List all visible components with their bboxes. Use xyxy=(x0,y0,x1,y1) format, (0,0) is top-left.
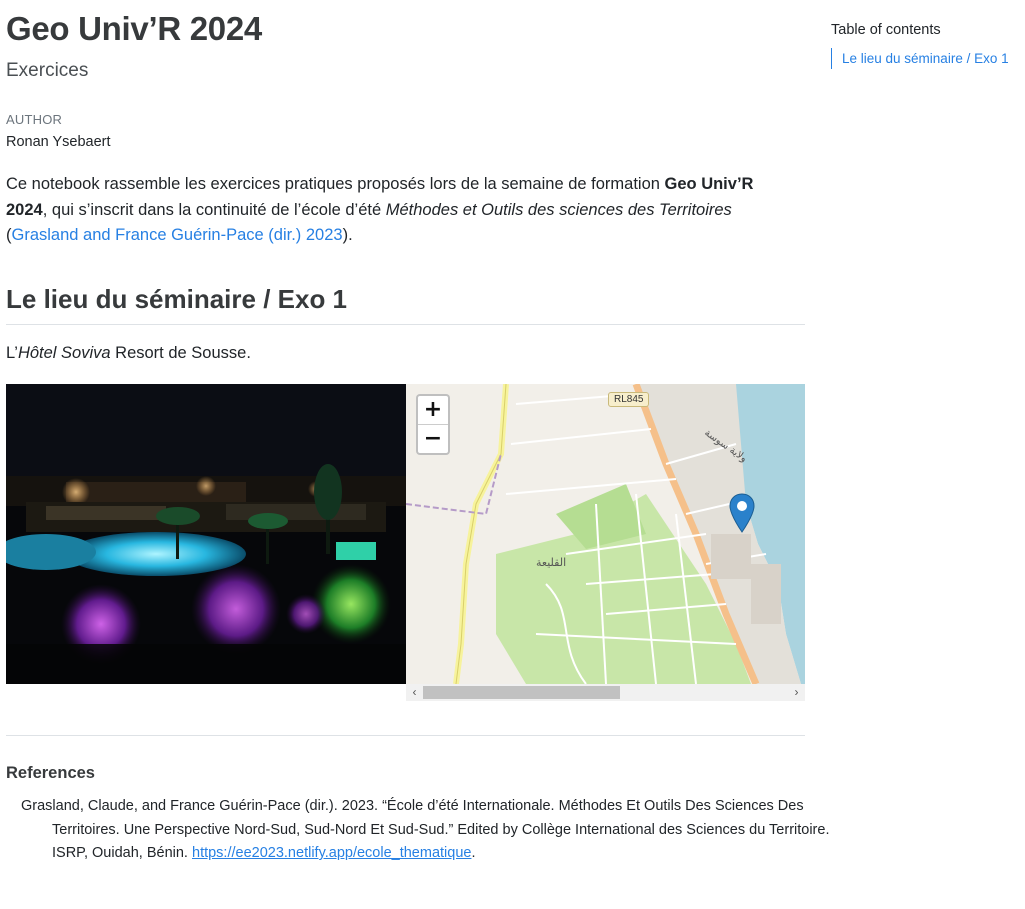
hotel-photo xyxy=(6,384,406,684)
author-label: AUTHOR xyxy=(6,112,63,127)
hotel-name: Hôtel Soviva xyxy=(17,344,111,362)
map-place-label: القليعة xyxy=(536,556,566,569)
hotel-photo-image xyxy=(6,384,406,684)
zoom-in-button[interactable]: + xyxy=(418,396,448,424)
reference-url[interactable]: https://ee2023.netlify.app/ecole_themati… xyxy=(192,845,471,861)
intro-text: Ce notebook rassemble les exercices prat… xyxy=(6,175,665,193)
toc-title: Table of contents xyxy=(831,22,941,38)
map-marker-icon[interactable] xyxy=(729,493,755,533)
table-of-contents: Table of contents Le lieu du séminaire /… xyxy=(831,22,1021,69)
page-subtitle: Exercices xyxy=(6,60,89,81)
road-label: RL845 xyxy=(608,392,650,407)
map-widget[interactable]: القليعة ولاية سوسة RL845 + − xyxy=(406,384,805,684)
citation-link[interactable]: Grasland and France Guérin-Pace (dir.) 2… xyxy=(12,226,343,244)
intro-paragraph: Ce notebook rassemble les exercices prat… xyxy=(6,172,796,249)
map-tiles: القليعة ولاية سوسة xyxy=(406,384,805,684)
references-divider xyxy=(6,735,805,736)
page-title: Geo Univ’R 2024 xyxy=(6,10,262,47)
section-heading: Le lieu du séminaire / Exo 1 xyxy=(6,284,348,314)
section-text: L’Hôtel Soviva Resort de Sousse. xyxy=(6,344,251,363)
scroll-right-arrow[interactable]: › xyxy=(788,684,805,701)
author-name: Ronan Ysebaert xyxy=(6,134,111,150)
zoom-control: + − xyxy=(416,394,450,455)
scroll-left-arrow[interactable]: ‹ xyxy=(406,684,423,701)
intro-close: ). xyxy=(342,226,353,244)
toc-item-lieu-du-seminaire[interactable]: Le lieu du séminaire / Exo 1 xyxy=(831,48,1021,69)
intro-text-2: , qui s’inscrit dans la continuité de l’… xyxy=(42,200,386,219)
section-text-prefix: L’ xyxy=(6,344,18,362)
zoom-out-button[interactable]: − xyxy=(418,424,448,453)
references-title: References xyxy=(6,764,95,782)
scrollbar-thumb[interactable] xyxy=(423,686,620,699)
section-text-suffix: Resort de Sousse. xyxy=(110,344,251,362)
section-divider xyxy=(6,324,805,325)
intro-italic: Méthodes et Outils des sciences des Terr… xyxy=(385,200,732,219)
reference-entry: Grasland, Claude, and France Guérin-Pace… xyxy=(21,795,832,866)
map-scrollbar[interactable]: ‹ › xyxy=(406,684,805,701)
reference-end: . xyxy=(471,845,476,861)
